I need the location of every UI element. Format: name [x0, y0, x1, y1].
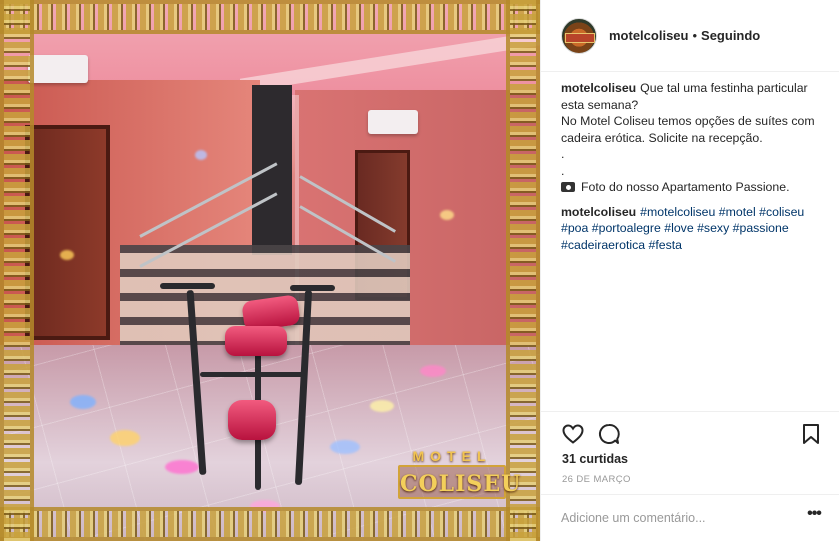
following-button[interactable]: Seguindo: [701, 28, 760, 43]
disco-light: [70, 395, 96, 409]
caption-username[interactable]: motelcoliseu: [561, 81, 636, 95]
comment-input[interactable]: [561, 508, 791, 528]
photo-frame-left: [0, 0, 34, 541]
photo-door-left: [25, 125, 110, 340]
caption-comment: motelcoliseu Que tal uma festinha particu…: [561, 80, 829, 196]
post-date[interactable]: 26 DE MARÇO: [562, 474, 631, 485]
hashtag-link[interactable]: #sexy: [697, 221, 729, 235]
likes-count[interactable]: 31 curtidas: [562, 452, 628, 466]
hashtag-link[interactable]: #cadeiraerotica: [561, 238, 645, 252]
caption-dot1: .: [561, 147, 565, 161]
motel-logo: MOTEL COLISEU: [398, 448, 520, 504]
disco-light: [195, 150, 207, 160]
photo-air-conditioner-reflection: [368, 110, 418, 134]
chair-frame-arm-left: [160, 283, 215, 289]
comment-bubble-icon[interactable]: [597, 422, 621, 446]
chair-frame-bar: [200, 372, 305, 377]
header-text: motelcoliseu • Seguindo: [609, 28, 760, 43]
hashtag-comment-username[interactable]: motelcoliseu: [561, 205, 636, 219]
chair-seat-middle: [225, 326, 287, 356]
disco-light: [110, 430, 140, 446]
disco-light: [420, 365, 446, 377]
hashtag-comment: motelcoliseu #motelcoliseu #motel #colise…: [561, 204, 829, 254]
disco-light: [440, 210, 454, 220]
logo-text-main: COLISEU: [398, 465, 520, 499]
heart-icon[interactable]: [561, 422, 585, 446]
add-comment-bar: •••: [541, 494, 839, 541]
hashtag-link[interactable]: #coliseu: [759, 205, 804, 219]
camera-icon: [561, 182, 575, 192]
action-bar: [541, 411, 839, 451]
photo-pillar: [252, 85, 292, 255]
bookmark-icon[interactable]: [799, 422, 823, 446]
logo-text-top: MOTEL: [412, 448, 492, 464]
header-username[interactable]: motelcoliseu: [609, 28, 688, 43]
hashtag-link[interactable]: #passione: [733, 221, 789, 235]
caption-line3-wrap: Foto do nosso Apartamento Passione.: [561, 179, 829, 196]
hashtag-link[interactable]: #love: [664, 221, 693, 235]
post-photo[interactable]: MOTEL COLISEU: [0, 0, 540, 541]
hashtag-link[interactable]: #poa: [561, 221, 588, 235]
hashtag-link[interactable]: #portoalegre: [592, 221, 661, 235]
post-side-panel: motelcoliseu • Seguindo motelcoliseu Que ta…: [540, 0, 839, 541]
comments-area: motelcoliseu Que tal uma festinha particu…: [561, 80, 829, 261]
hashtag-link[interactable]: #motelcoliseu: [640, 205, 715, 219]
more-options-icon[interactable]: •••: [805, 506, 823, 527]
post-header: motelcoliseu • Seguindo: [541, 0, 839, 72]
avatar-logo-band: [565, 32, 595, 43]
caption-line2: No Motel Coliseu temos opções de suítes …: [561, 114, 815, 145]
photo-air-conditioner: [28, 55, 88, 83]
photo-frame-right: [506, 0, 540, 541]
hashtag-link[interactable]: #festa: [649, 238, 683, 252]
avatar[interactable]: [561, 17, 597, 54]
disco-light: [370, 400, 394, 412]
chair-seat-bottom: [228, 400, 276, 440]
caption-line3: Foto do nosso Apartamento Passione.: [581, 180, 790, 194]
header-separator: •: [692, 28, 698, 43]
disco-light: [330, 440, 360, 454]
chair-frame-arm-right: [290, 285, 335, 291]
hashtag-link[interactable]: #motel: [719, 205, 756, 219]
disco-light: [165, 460, 199, 474]
photo-frame-top: [0, 0, 540, 34]
caption-dot2: .: [561, 163, 565, 178]
disco-light: [60, 250, 74, 260]
photo-frame-bottom: [0, 507, 540, 541]
